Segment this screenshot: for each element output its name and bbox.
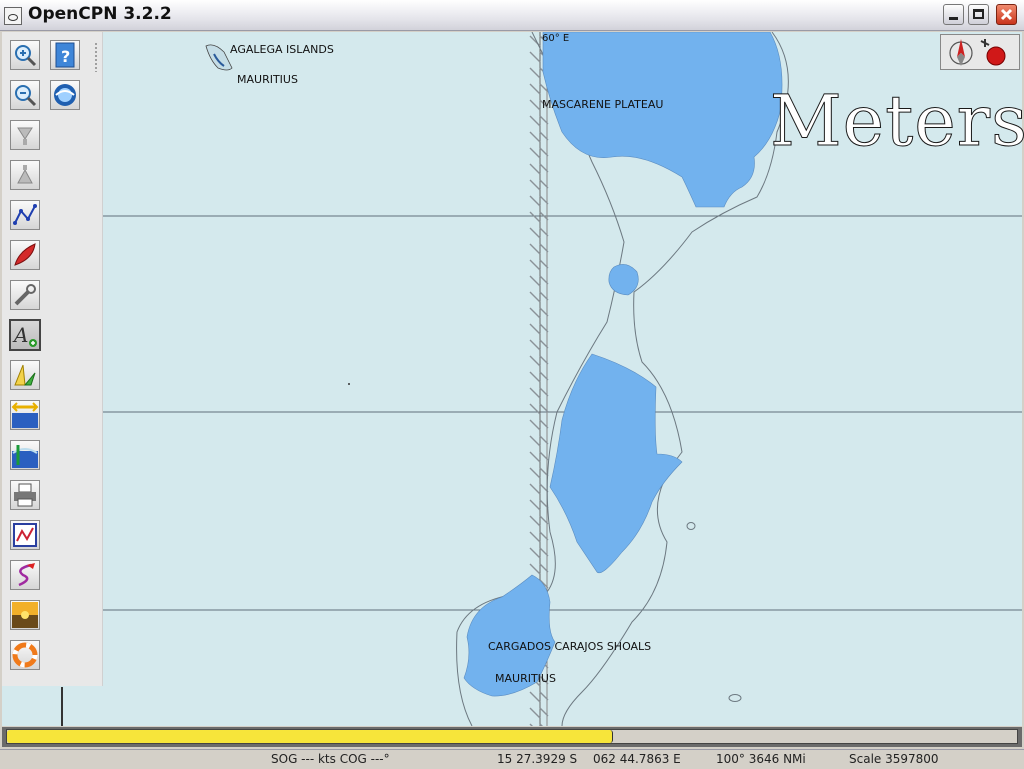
longitude-label: 60° E (542, 33, 570, 44)
cargados-carajos-shoals-label: CARGADOS CARAJOS SHOALS (488, 640, 652, 653)
agalega-islands-shape (205, 44, 233, 71)
text-toggle-icon: A (12, 323, 37, 347)
progress-fill (7, 730, 613, 743)
compass-north-icon (949, 39, 973, 66)
current-tide-button[interactable] (10, 360, 40, 390)
bearing-distance-readout: 100° 3646 NMi (716, 752, 806, 766)
tide-button[interactable] (10, 400, 40, 430)
settings-wrench-icon (14, 284, 36, 306)
latitude-grid-lines (102, 215, 1022, 611)
sog-cog-readout: SOG --- kts COG ---° (271, 752, 390, 766)
depth-sounding-point (348, 383, 350, 385)
svg-text:A: A (12, 323, 28, 347)
scale-out-icon (17, 165, 33, 184)
close-button[interactable] (996, 4, 1017, 25)
create-route-button[interactable] (10, 200, 40, 230)
auto-follow-button[interactable] (10, 240, 40, 270)
man-overboard-button[interactable] (10, 640, 40, 670)
help-icon: ? (55, 42, 75, 68)
gps-status-icon (980, 39, 1006, 66)
scale-readout: Scale 3597800 (849, 752, 939, 766)
help-button[interactable]: ? (50, 40, 80, 70)
toolbar-grip[interactable] (94, 42, 98, 72)
depth-unit-watermark: Meters (769, 80, 1024, 163)
auto-follow-boat-icon (14, 243, 36, 266)
text-toggle-button[interactable]: A (9, 319, 41, 351)
title-bar[interactable]: OpenCPN 3.2.2 (0, 0, 1024, 31)
shoal-areas (463, 32, 783, 697)
route-manager-icon (13, 523, 37, 547)
track-icon (18, 563, 35, 587)
zoom-in-icon (15, 45, 37, 67)
maximize-button[interactable] (968, 4, 989, 25)
print-button[interactable] (10, 480, 40, 510)
print-icon (14, 483, 36, 507)
route-icon (13, 204, 37, 225)
zoom-in-button[interactable] (10, 40, 40, 70)
minimize-icon (949, 17, 958, 20)
zoom-out-button[interactable] (10, 80, 40, 110)
current-tide-icon (14, 364, 36, 386)
zoom-out-icon (15, 85, 37, 107)
progress-track (6, 729, 1018, 744)
scale-out-button[interactable] (10, 160, 40, 190)
current-icon (12, 445, 38, 468)
route-manager-button[interactable] (10, 520, 40, 550)
close-icon (1000, 8, 1013, 21)
minimize-button[interactable] (943, 4, 964, 25)
agalega-islands-label: AGALEGA ISLANDS (230, 43, 334, 56)
main-toolbar: ? A (2, 32, 103, 686)
svg-text:?: ? (61, 47, 70, 66)
chart-load-progress-area (2, 727, 1022, 747)
status-bar: SOG --- kts COG ---° 15 27.3929 S 062 44… (0, 749, 1024, 769)
opencpn-app-icon (4, 7, 22, 25)
mauritius-label-bottom: MAURITIUS (495, 672, 556, 685)
mauritius-label-top: MAURITIUS (237, 73, 298, 86)
google-earth-icon (54, 84, 76, 106)
mascarene-plateau-label: MASCARENE PLATEAU (542, 98, 664, 111)
tide-icon (11, 402, 39, 428)
track-button[interactable] (10, 560, 40, 590)
window-title: OpenCPN 3.2.2 (28, 4, 172, 24)
color-scheme-button[interactable] (10, 600, 40, 630)
google-earth-button[interactable] (50, 80, 80, 110)
maximize-icon (973, 9, 984, 19)
color-scheme-icon (12, 602, 38, 628)
scale-in-icon (17, 127, 33, 145)
current-button[interactable] (10, 440, 40, 470)
latitude-readout: 15 27.3929 S (497, 752, 578, 766)
settings-button[interactable] (10, 280, 40, 310)
longitude-readout: 062 44.7863 E (593, 752, 681, 766)
man-overboard-icon (12, 642, 38, 668)
compass-widget[interactable] (940, 34, 1020, 70)
scale-in-button[interactable] (10, 120, 40, 150)
